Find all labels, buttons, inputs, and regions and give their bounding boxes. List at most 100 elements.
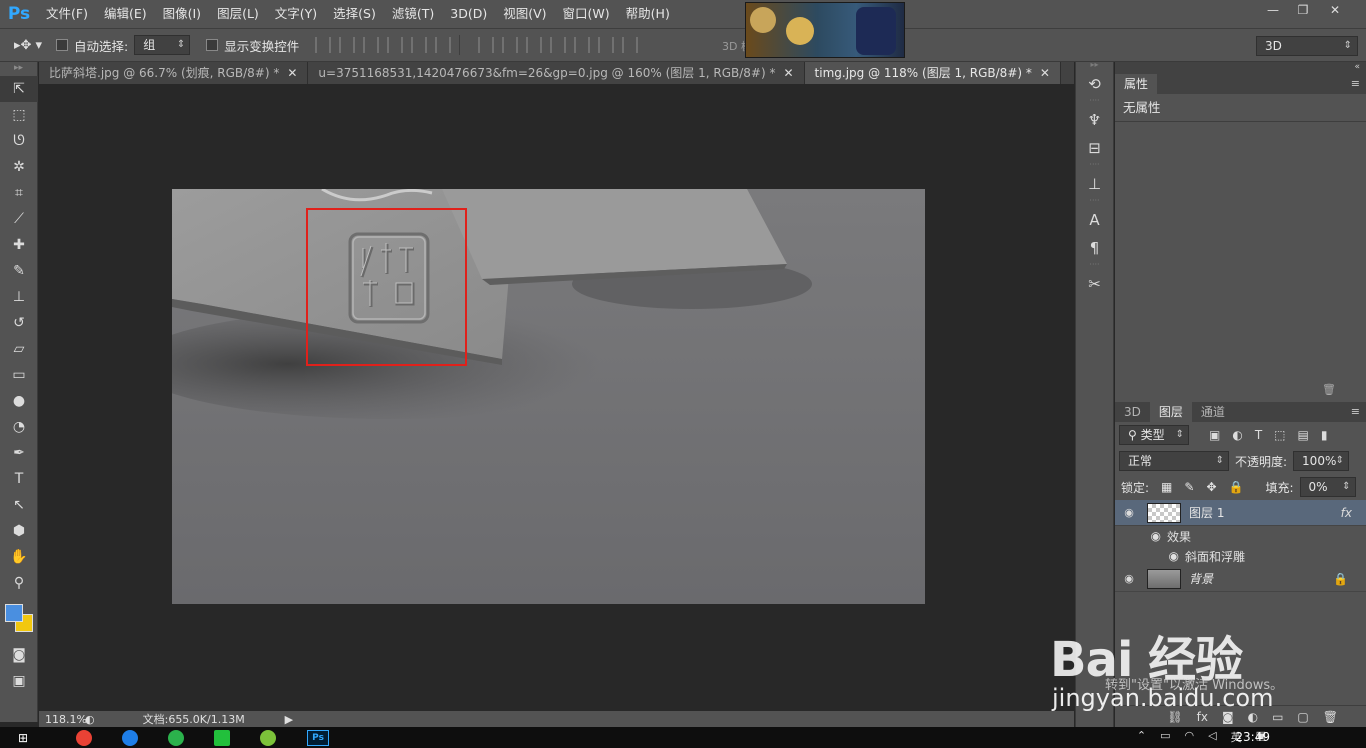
distribute-top-icon[interactable] bbox=[478, 37, 495, 53]
close-tab-icon[interactable]: ✕ bbox=[287, 62, 297, 84]
blur-tool-icon[interactable]: ● bbox=[0, 388, 38, 414]
workspace-dropdown[interactable]: 3D bbox=[1256, 36, 1358, 56]
zoom-tool-icon[interactable]: ⚲ bbox=[0, 570, 38, 596]
new-layer-icon[interactable]: ▢ bbox=[1297, 710, 1308, 724]
menu-help[interactable]: 帮助(H) bbox=[618, 0, 678, 28]
close-window-button[interactable]: ✕ bbox=[1320, 0, 1350, 20]
healing-brush-tool-icon[interactable]: ✚ bbox=[0, 232, 38, 258]
windows-start-icon[interactable]: ⊞ bbox=[18, 731, 28, 745]
visibility-eye-icon[interactable]: ◉ bbox=[1115, 506, 1143, 519]
minimize-button[interactable]: — bbox=[1258, 0, 1288, 20]
menu-file[interactable]: 文件(F) bbox=[38, 0, 96, 28]
fill-input[interactable]: 0% bbox=[1299, 477, 1356, 497]
menu-layer[interactable]: 图层(L) bbox=[209, 0, 267, 28]
chrome-taskbar-icon[interactable] bbox=[76, 729, 93, 746]
panel-collapse-icon[interactable]: « bbox=[1115, 62, 1366, 74]
filter-adjustment-icon[interactable]: ◐ bbox=[1232, 428, 1242, 442]
menu-select[interactable]: 选择(S) bbox=[325, 0, 384, 28]
tab-document-1[interactable]: 比萨斜塔.jpg @ 66.7% (划痕, RGB/8#) * ✕ bbox=[39, 62, 309, 84]
filter-shape-icon[interactable]: ⬚ bbox=[1274, 428, 1285, 442]
filter-pixel-icon[interactable]: ▣ bbox=[1209, 428, 1220, 442]
trash-icon[interactable]: 🗑 bbox=[1322, 383, 1336, 396]
layer-name[interactable]: 背景 bbox=[1189, 570, 1213, 587]
crop-tool-icon[interactable]: ⌗ bbox=[0, 180, 38, 206]
move-tool-preset-icon[interactable]: ▸✥ ▾ bbox=[0, 38, 56, 53]
effects-row[interactable]: ◉ 效果 bbox=[1115, 526, 1366, 546]
tab-document-2[interactable]: u=3751168531,1420476673&fm=26&gp=0.jpg @… bbox=[308, 62, 805, 84]
screen-mode-icon[interactable]: ▣ bbox=[0, 668, 38, 694]
effects-eye-icon[interactable]: ◉ bbox=[1115, 529, 1167, 543]
tab-3d[interactable]: 3D bbox=[1115, 402, 1150, 422]
align-buttons[interactable] bbox=[315, 37, 452, 53]
tab-layers[interactable]: 图层 bbox=[1149, 402, 1192, 422]
brush-tool-icon[interactable]: ✎ bbox=[0, 258, 38, 284]
dodge-tool-icon[interactable]: ◔ bbox=[0, 414, 38, 440]
eraser-tool-icon[interactable]: ▱ bbox=[0, 336, 38, 362]
paragraph-panel-icon[interactable]: ¶ bbox=[1076, 234, 1113, 262]
visibility-eye-icon[interactable]: ◉ bbox=[1115, 572, 1143, 585]
align-left-icon[interactable] bbox=[387, 37, 404, 53]
layer-name[interactable]: 图层 1 bbox=[1189, 504, 1224, 521]
menu-type[interactable]: 文字(Y) bbox=[267, 0, 325, 28]
align-bottom-icon[interactable] bbox=[363, 37, 380, 53]
layer-row-layer1[interactable]: ◉ 图层 1 fx bbox=[1115, 500, 1366, 526]
tray-volume-icon[interactable]: ◁ bbox=[1208, 729, 1216, 745]
color-swatches[interactable] bbox=[0, 596, 37, 642]
pen-tool-icon[interactable]: ✒ bbox=[0, 440, 38, 466]
shape-tool-icon[interactable]: ⬢ bbox=[0, 518, 38, 544]
auto-align-icon[interactable] bbox=[622, 37, 639, 53]
close-tab-icon[interactable]: ✕ bbox=[783, 62, 793, 84]
tab-channels[interactable]: 通道 bbox=[1192, 402, 1234, 422]
bevel-emboss-row[interactable]: ◉ 斜面和浮雕 bbox=[1115, 546, 1366, 566]
menu-3d[interactable]: 3D(D) bbox=[442, 0, 495, 28]
canvas-workspace[interactable] bbox=[39, 84, 1074, 711]
distribute-hcenter-icon[interactable] bbox=[574, 37, 591, 53]
new-adjustment-icon[interactable]: ◐ bbox=[1248, 710, 1258, 724]
lock-transparent-icon[interactable]: ▦ bbox=[1161, 480, 1172, 494]
link-layers-icon[interactable]: ⛓ bbox=[1167, 710, 1182, 724]
character-panel-icon[interactable]: A bbox=[1076, 206, 1113, 234]
distribute-buttons[interactable] bbox=[478, 37, 639, 53]
show-transform-checkbox[interactable] bbox=[206, 39, 219, 51]
status-info-icon[interactable]: ◐ bbox=[85, 713, 95, 726]
lock-all-icon[interactable]: 🔒 bbox=[1229, 480, 1244, 494]
bevel-eye-icon[interactable]: ◉ bbox=[1115, 549, 1185, 563]
new-group-icon[interactable]: ▭ bbox=[1272, 710, 1283, 724]
hand-tool-icon[interactable]: ✋ bbox=[0, 544, 38, 570]
align-top-icon[interactable] bbox=[315, 37, 332, 53]
iqiyi-taskbar-icon[interactable] bbox=[214, 729, 231, 746]
delete-layer-icon[interactable]: 🗑 bbox=[1323, 710, 1338, 724]
strip-grip-icon[interactable]: ▸▸ bbox=[1076, 61, 1113, 70]
close-tab-icon[interactable]: ✕ bbox=[1040, 62, 1050, 84]
lock-brush-icon[interactable]: ✎ bbox=[1184, 480, 1194, 494]
tab-properties[interactable]: 属性 bbox=[1115, 74, 1158, 94]
app-taskbar-icon[interactable] bbox=[260, 729, 277, 746]
browser-taskbar-icon[interactable] bbox=[122, 729, 139, 746]
move-tool-icon[interactable]: ⇱ bbox=[0, 76, 38, 102]
auto-select-dropdown[interactable]: 组 bbox=[134, 35, 191, 55]
auto-select-checkbox[interactable] bbox=[56, 39, 68, 51]
menu-view[interactable]: 视图(V) bbox=[495, 0, 554, 28]
toolbar-grip-icon[interactable]: ▸▸ bbox=[0, 62, 37, 76]
tool-presets-panel-icon[interactable]: ✂ bbox=[1076, 270, 1113, 298]
filter-smart-object-icon[interactable]: ▤ bbox=[1298, 428, 1309, 442]
align-hcenter-icon[interactable] bbox=[411, 37, 428, 53]
adjustments-panel-icon[interactable]: ⊟ bbox=[1076, 134, 1113, 162]
distribute-right-icon[interactable] bbox=[598, 37, 615, 53]
distribute-bottom-icon[interactable] bbox=[526, 37, 543, 53]
gradient-tool-icon[interactable]: ▭ bbox=[0, 362, 38, 388]
taskbar-clock[interactable]: 23:49 bbox=[1235, 730, 1270, 744]
distribute-vcenter-icon[interactable] bbox=[502, 37, 519, 53]
layer-filter-dropdown[interactable]: ⚲ 类型 bbox=[1119, 425, 1189, 445]
magic-wand-tool-icon[interactable]: ✲ bbox=[0, 154, 38, 180]
zoom-level[interactable]: 118.1% bbox=[39, 713, 87, 726]
foreground-color-swatch[interactable] bbox=[5, 604, 23, 622]
tray-network-icon[interactable]: ▭ bbox=[1160, 729, 1170, 745]
document-canvas[interactable] bbox=[172, 189, 925, 604]
status-menu-arrow-icon[interactable]: ▶ bbox=[285, 713, 293, 726]
menu-filter[interactable]: 滤镜(T) bbox=[384, 0, 442, 28]
distribute-left-icon[interactable] bbox=[550, 37, 567, 53]
photoshop-taskbar-icon[interactable]: Ps bbox=[307, 729, 330, 746]
eyedropper-tool-icon[interactable]: ⟋ bbox=[0, 206, 38, 232]
align-vcenter-icon[interactable] bbox=[339, 37, 356, 53]
